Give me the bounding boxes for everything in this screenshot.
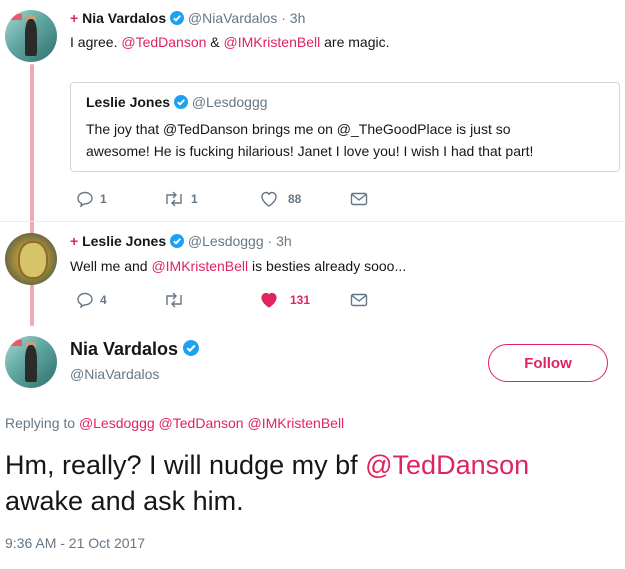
like-icon	[261, 191, 277, 207]
main-tweet-text: Hm, really? I will nudge my bf @TedDanso…	[5, 447, 529, 519]
dm-button[interactable]	[349, 190, 369, 208]
author-handle[interactable]: @Lesdoggg	[188, 233, 264, 249]
quote-header: Leslie Jones @Lesdoggg	[86, 94, 268, 112]
retweet-icon	[166, 191, 182, 207]
verified-icon	[173, 95, 188, 112]
reply-mention[interactable]: @TedDanson	[159, 415, 244, 431]
tweet1-header: + Nia Vardalos @NiaVardalos · 3h	[70, 10, 305, 28]
avatar-leslie-jones[interactable]	[5, 233, 57, 285]
avatar-nia-vardalos[interactable]	[5, 10, 57, 62]
like-count: 88	[288, 192, 302, 206]
quoted-tweet[interactable]: Leslie Jones @Lesdoggg The joy that @Ted…	[70, 82, 620, 172]
quote-text-line: awesome! He is fucking hilarious! Janet …	[86, 143, 534, 159]
like-count: 131	[290, 293, 311, 307]
verified-icon	[170, 11, 185, 28]
dm-icon	[350, 293, 368, 307]
like-icon	[261, 292, 277, 308]
verified-icon	[170, 234, 185, 251]
replying-prefix: Replying to	[5, 415, 79, 431]
text-segment: Hm, really? I will nudge my bf	[5, 450, 366, 480]
follow-button[interactable]: Follow	[488, 344, 608, 382]
mention-link[interactable]: @IMKristenBell	[151, 258, 248, 274]
retweet-button[interactable]	[163, 291, 185, 309]
quote-author-handle: @Lesdoggg	[191, 94, 268, 110]
like-button[interactable]: 131	[259, 291, 310, 309]
author-name[interactable]: Leslie Jones	[82, 233, 166, 249]
reply-mention[interactable]: @IMKristenBell	[247, 415, 344, 431]
main-text-line: awake and ask him.	[5, 486, 244, 516]
mention-link[interactable]: @TedDanson	[121, 34, 206, 50]
author-handle[interactable]: @NiaVardalos	[70, 366, 159, 382]
tweet2-text: Well me and @IMKristenBell is besties al…	[70, 258, 406, 274]
author-handle[interactable]: @NiaVardalos	[188, 10, 277, 26]
text-segment: Well me and	[70, 258, 152, 274]
divider	[0, 221, 625, 222]
text-segment: is besties already sooo...	[248, 258, 407, 274]
replying-to: Replying to @Lesdoggg @TedDanson @IMKris…	[5, 415, 344, 431]
reply-button[interactable]: 4	[76, 291, 107, 309]
reply-icon	[77, 191, 93, 208]
mention-link[interactable]: @TedDanson	[365, 450, 529, 480]
quote-text: The joy that @TedDanson brings me on @_T…	[86, 118, 533, 162]
tweet-time[interactable]: · 3h	[281, 10, 305, 26]
dm-icon	[350, 192, 368, 206]
thread-line	[30, 64, 34, 326]
verified-icon	[182, 340, 199, 361]
tweet-timestamp[interactable]: 9:36 AM - 21 Oct 2017	[5, 535, 145, 551]
author-name[interactable]: Nia Vardalos	[70, 339, 178, 359]
retweet-icon	[166, 292, 182, 308]
text-segment: are magic.	[320, 34, 390, 50]
tweet2-header: + Leslie Jones @Lesdoggg · 3h	[70, 233, 292, 251]
text-segment: I agree.	[70, 34, 122, 50]
reply-mention[interactable]: @Lesdoggg	[79, 415, 155, 431]
author-name[interactable]: Nia Vardalos	[82, 10, 166, 26]
tweet1-text: I agree. @TedDanson & @IMKristenBell are…	[70, 34, 389, 50]
text-segment: &	[206, 34, 224, 50]
avatar-nia-vardalos[interactable]	[5, 336, 57, 388]
reply-count: 1	[100, 192, 107, 206]
tweet-time[interactable]: · 3h	[268, 233, 292, 249]
follow-plus-icon[interactable]: +	[70, 10, 78, 26]
mention-link[interactable]: @IMKristenBell	[224, 34, 321, 50]
quote-author-name: Leslie Jones	[86, 94, 171, 110]
reply-count: 4	[100, 293, 107, 307]
follow-plus-icon[interactable]: +	[70, 233, 78, 249]
like-button[interactable]: 88	[259, 190, 301, 208]
main-author: Nia Vardalos	[70, 339, 199, 361]
quote-text-line: The joy that @TedDanson brings me on @_T…	[86, 121, 511, 137]
reply-icon	[77, 292, 93, 309]
main-text-line: Hm, really? I will nudge my bf @TedDanso…	[5, 447, 529, 483]
dm-button[interactable]	[349, 291, 369, 309]
retweet-count: 1	[191, 192, 198, 206]
reply-button[interactable]: 1	[76, 190, 107, 208]
retweet-button[interactable]: 1	[163, 190, 198, 208]
